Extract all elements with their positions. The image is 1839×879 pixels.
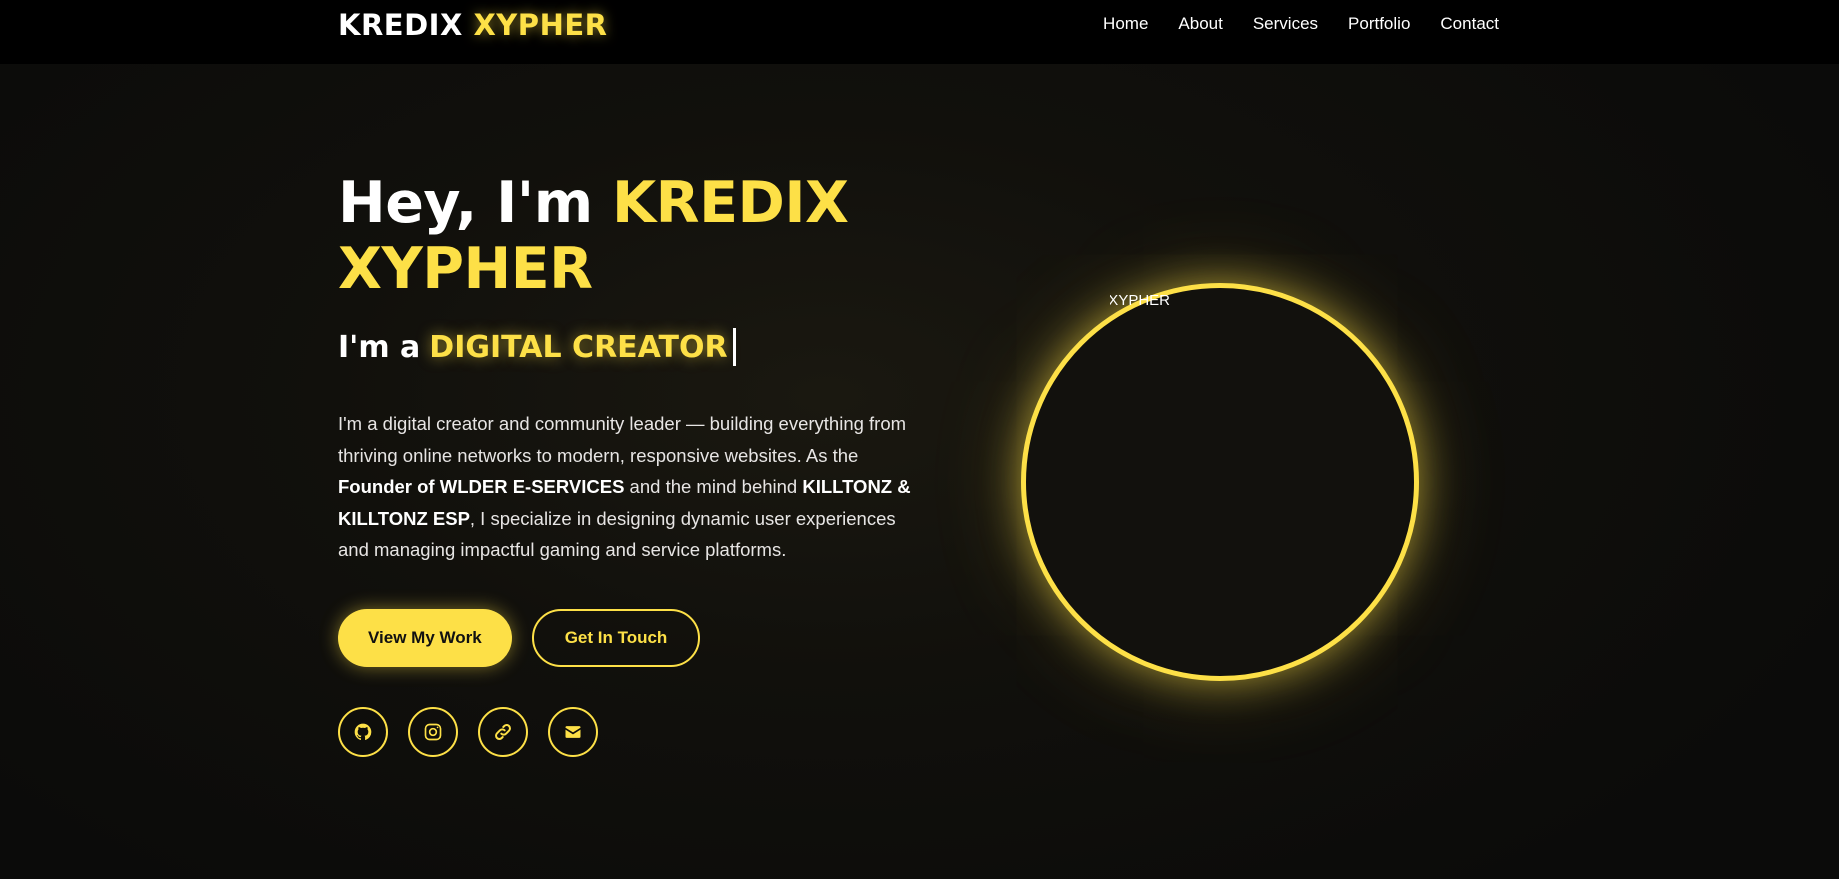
nav-link-portfolio[interactable]: Portfolio	[1348, 14, 1410, 34]
social-links	[338, 706, 918, 757]
subtitle-role: DIGITAL CREATOR	[429, 329, 728, 365]
bio-text-1: I'm a digital creator and community lead…	[338, 413, 907, 466]
link-icon	[495, 723, 511, 740]
subtitle-prefix: I'm a	[338, 329, 421, 365]
hero-title: Hey, I'm KREDIX XYPHER	[338, 170, 918, 302]
instagram-link[interactable]	[408, 706, 458, 757]
brand-name-part2: XYPHER	[473, 8, 608, 42]
nav-link-services[interactable]: Services	[1253, 14, 1318, 34]
typing-cursor	[732, 328, 736, 366]
navbar: KREDIX XYPHER Home About Services Portfo…	[0, 0, 1839, 64]
hero-subtitle: I'm a DIGITAL CREATOR	[338, 328, 918, 366]
nav-link-about[interactable]: About	[1178, 14, 1222, 34]
github-link[interactable]	[338, 706, 388, 757]
bio-bold-founder: Founder of WLDER E-SERVICES	[338, 476, 625, 497]
profile-avatar	[1021, 283, 1419, 681]
envelope-icon	[565, 725, 581, 738]
instagram-icon	[424, 723, 442, 740]
get-in-touch-button[interactable]: Get In Touch	[531, 608, 701, 667]
website-link[interactable]	[478, 706, 528, 757]
hero-name-line2: XYPHER	[338, 236, 593, 302]
avatar-alt-text: KREDIX XYPHER	[1110, 292, 1170, 309]
hero-section: Hey, I'm KREDIX XYPHER I'm a DIGITAL CRE…	[338, 170, 918, 757]
hero-greeting: Hey, I'm	[338, 170, 593, 236]
hero-buttons: View My Work Get In Touch	[338, 608, 918, 667]
nav-link-contact[interactable]: Contact	[1440, 14, 1499, 34]
hero-bio: I'm a digital creator and community lead…	[338, 408, 918, 566]
nav-links: Home About Services Portfolio Contact	[1103, 14, 1499, 34]
hero-name-line1: KREDIX	[612, 170, 849, 236]
github-icon	[354, 723, 372, 740]
brand-name-part1: KREDIX	[338, 8, 463, 42]
brand-logo[interactable]: KREDIX XYPHER	[338, 8, 607, 42]
view-my-work-button[interactable]: View My Work	[338, 608, 512, 667]
nav-link-home[interactable]: Home	[1103, 14, 1148, 34]
email-link[interactable]	[548, 706, 598, 757]
bio-text-2: and the mind behind	[624, 476, 803, 497]
